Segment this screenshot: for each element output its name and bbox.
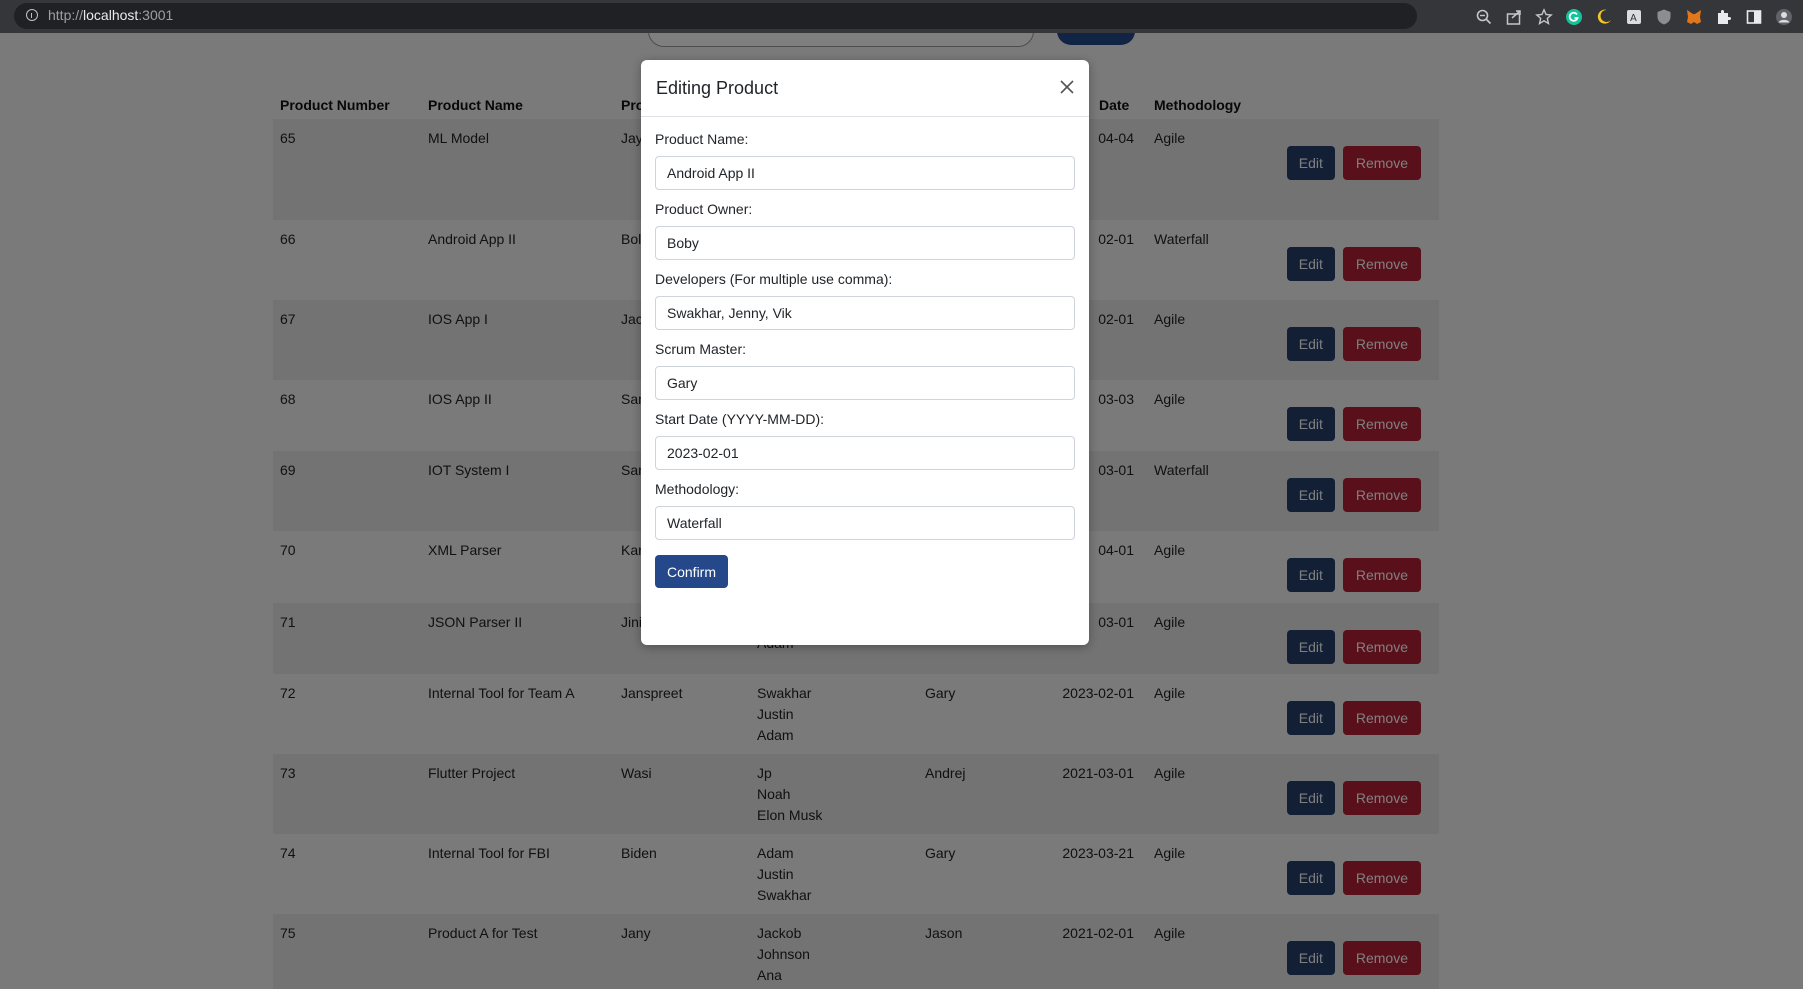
zoom-icon[interactable] — [1475, 8, 1493, 26]
edit-product-modal: Editing Product Product Name: Product Ow… — [641, 60, 1089, 645]
product-owner-label: Product Owner: — [655, 201, 753, 217]
methodology-label: Methodology: — [655, 481, 740, 497]
metamask-extension-icon[interactable] — [1685, 8, 1703, 26]
scrum-master-field: Scrum Master: — [655, 341, 1075, 400]
product-name-label: Product Name: — [655, 131, 749, 147]
start-date-field: Start Date (YYYY-MM-DD): — [655, 411, 1075, 470]
developers-input[interactable] — [655, 296, 1075, 330]
confirm-button[interactable]: Confirm — [655, 555, 729, 588]
close-icon[interactable] — [1057, 77, 1077, 97]
url-text[interactable]: http://localhost:3001 — [48, 7, 173, 23]
methodology-input[interactable] — [655, 506, 1075, 540]
url-scheme: http:// — [48, 7, 84, 23]
address-bar[interactable]: http://localhost:3001 — [14, 3, 1417, 29]
grammarly-extension-icon[interactable] — [1565, 8, 1583, 26]
developers-field: Developers (For multiple use comma): — [655, 271, 1075, 330]
modal-header: Editing Product — [641, 60, 1089, 117]
product-owner-input[interactable] — [655, 226, 1075, 260]
start-date-input[interactable] — [655, 436, 1075, 470]
product-owner-field: Product Owner: — [655, 201, 1075, 260]
methodology-field: Methodology: — [655, 481, 1075, 540]
side-panel-icon[interactable] — [1745, 8, 1763, 26]
developers-label: Developers (For multiple use comma): — [655, 271, 893, 287]
shield-extension-icon[interactable] — [1655, 8, 1673, 26]
product-name-field: Product Name: — [655, 131, 1075, 190]
translate-extension-icon[interactable]: A — [1625, 8, 1643, 26]
modal-title: Editing Product — [656, 78, 779, 98]
browser-toolbar: http://localhost:3001 A — [0, 0, 1803, 33]
start-date-label: Start Date (YYYY-MM-DD): — [655, 411, 825, 427]
bookmark-star-icon[interactable] — [1535, 7, 1553, 26]
scrum-master-label: Scrum Master: — [655, 341, 747, 357]
modal-body: Product Name: Product Owner: Developers … — [641, 117, 1089, 588]
url-host: localhost — [83, 7, 139, 23]
extensions-puzzle-icon[interactable] — [1715, 8, 1733, 26]
url-port: :3001 — [138, 7, 174, 23]
svg-text:A: A — [1630, 13, 1637, 24]
scrum-master-input[interactable] — [655, 366, 1075, 400]
dark-mode-extension-icon[interactable] — [1595, 8, 1613, 26]
site-info-icon[interactable] — [26, 9, 38, 21]
product-name-input[interactable] — [655, 156, 1075, 190]
profile-avatar[interactable] — [1775, 8, 1793, 26]
share-icon[interactable] — [1505, 8, 1523, 26]
